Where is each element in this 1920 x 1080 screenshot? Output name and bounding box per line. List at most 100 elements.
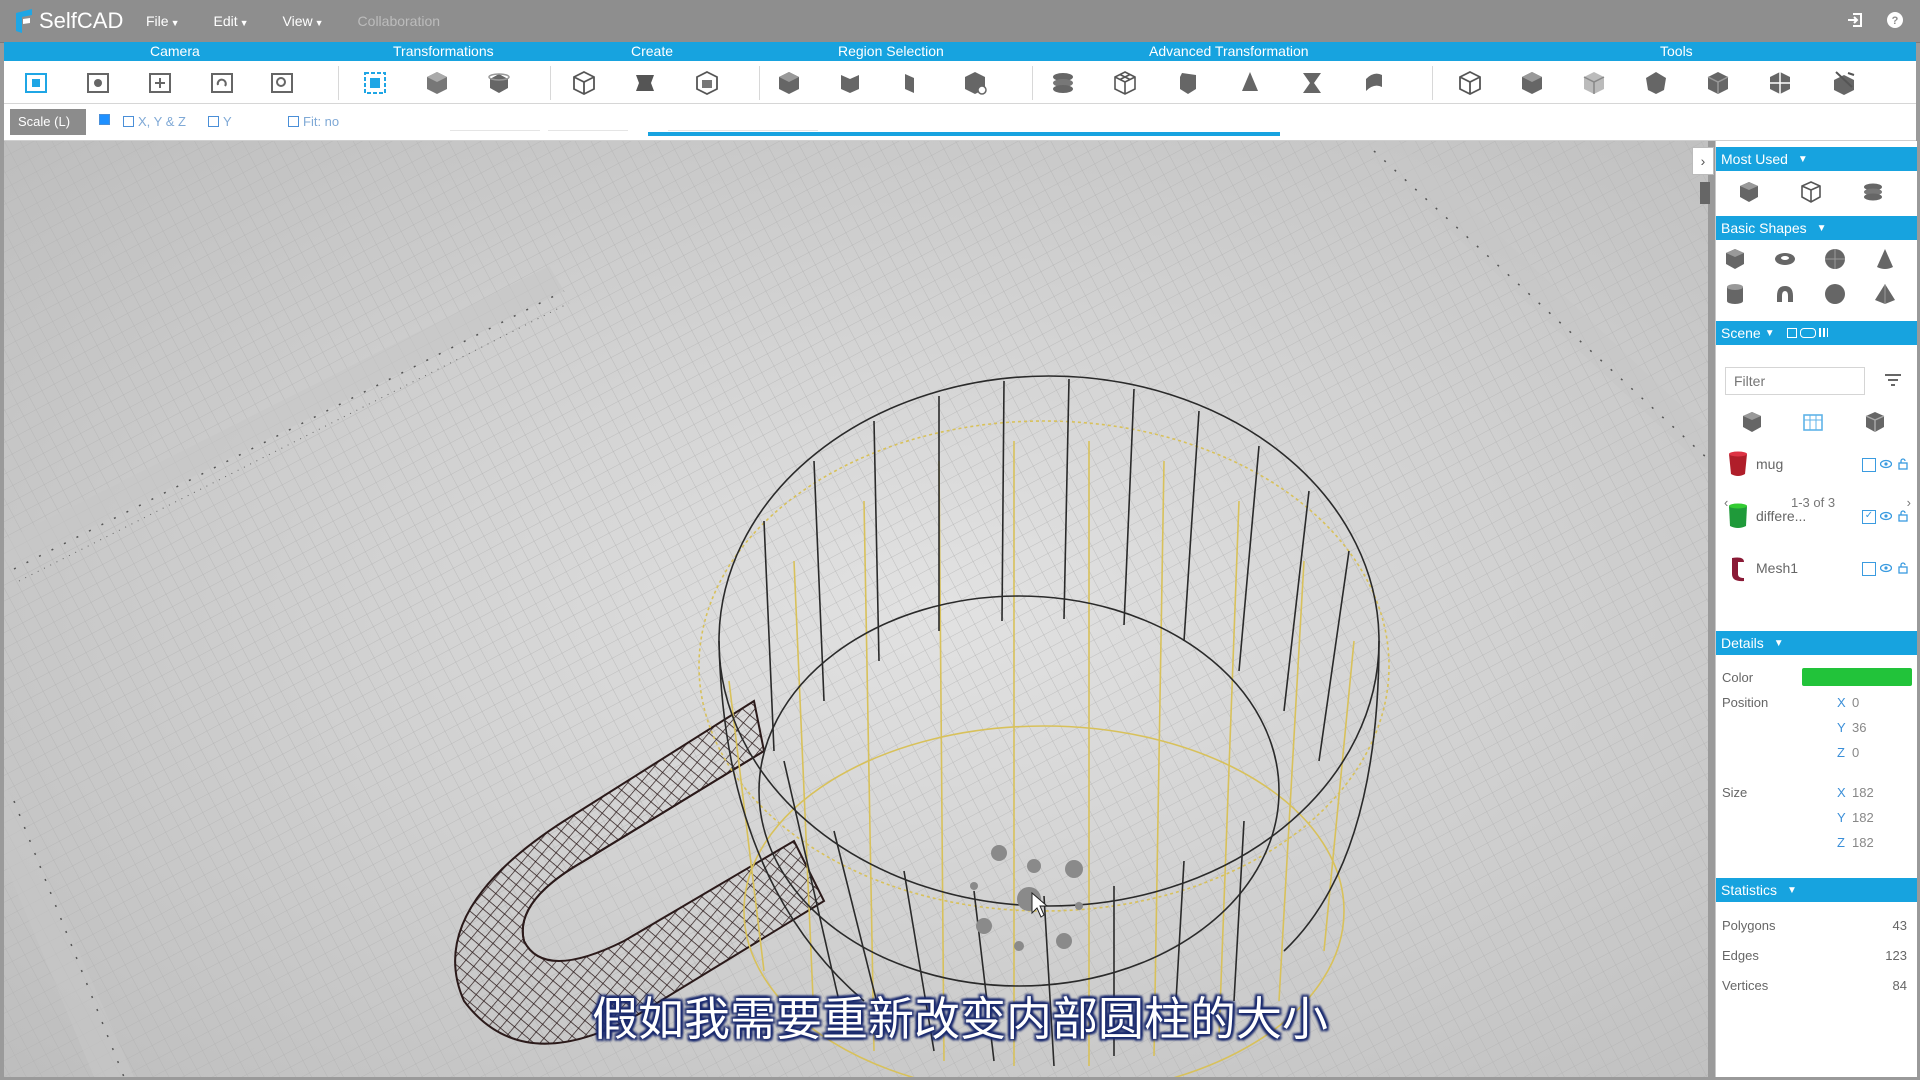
- scale-tool-button[interactable]: [360, 68, 390, 98]
- scale-y-option[interactable]: Y: [208, 114, 232, 129]
- scene-objects-tab[interactable]: [1739, 409, 1765, 435]
- tool-explode-button[interactable]: [1765, 68, 1795, 98]
- subdivide-button[interactable]: [1110, 68, 1140, 98]
- tool-wireframe-button[interactable]: [1455, 68, 1485, 98]
- bevel-button[interactable]: [1173, 68, 1203, 98]
- tool-cut-button[interactable]: [1829, 68, 1859, 98]
- shape-torus-button[interactable]: [1772, 246, 1798, 272]
- scale-xyz-option[interactable]: X, Y & Z: [123, 114, 186, 129]
- category-create[interactable]: Create: [631, 43, 673, 59]
- shape-ball-button[interactable]: [1822, 281, 1848, 307]
- scale-xyz-checkbox[interactable]: [123, 116, 134, 127]
- menu-file[interactable]: File ▼: [146, 13, 179, 29]
- view-single-icon[interactable]: [1786, 328, 1797, 338]
- camera-focus-button[interactable]: [83, 68, 113, 98]
- scene-meshes-tab[interactable]: [1862, 409, 1888, 435]
- bend-button[interactable]: [1359, 68, 1389, 98]
- filter-options-button[interactable]: [1880, 368, 1906, 394]
- scale-z-field[interactable]: [668, 112, 818, 131]
- shape-cylinder-button[interactable]: [1722, 281, 1748, 307]
- tool-ghost-button[interactable]: [1579, 68, 1609, 98]
- select-object-button[interactable]: [774, 68, 804, 98]
- lock-ratio-checkbox[interactable]: [99, 114, 110, 125]
- shape-cone-button[interactable]: [1872, 246, 1898, 272]
- next-page-icon[interactable]: ›: [1907, 495, 1911, 510]
- color-swatch[interactable]: [1802, 668, 1912, 686]
- size-z-value[interactable]: 182: [1852, 835, 1874, 850]
- eye-icon[interactable]: [1880, 562, 1892, 574]
- shape-pyramid-button[interactable]: [1872, 281, 1898, 307]
- tool-solid-button[interactable]: [1517, 68, 1547, 98]
- position-x-value[interactable]: 0: [1852, 695, 1859, 710]
- position-z-value[interactable]: 0: [1852, 745, 1859, 760]
- basic-shapes-header[interactable]: Basic Shapes ▼: [1716, 216, 1917, 240]
- mug-thumbnail-icon: [1729, 451, 1747, 476]
- select-face-button[interactable]: [835, 68, 865, 98]
- create-stamp-button[interactable]: [630, 68, 660, 98]
- scale-y-field[interactable]: [548, 112, 628, 131]
- scene-filter-input[interactable]: [1725, 367, 1865, 395]
- move-tool-button[interactable]: [422, 68, 452, 98]
- category-advanced-transformation[interactable]: Advanced Transformation: [1149, 43, 1309, 59]
- most-used-layers-button[interactable]: [1860, 179, 1886, 205]
- fix-ratio-checkbox[interactable]: [288, 116, 299, 127]
- shape-cube-button[interactable]: [1722, 246, 1748, 272]
- select-edge-button[interactable]: [895, 68, 925, 98]
- tube-button[interactable]: [1297, 68, 1327, 98]
- fix-ratio-label: Fit: no: [303, 114, 340, 129]
- help-icon[interactable]: ?: [1886, 11, 1904, 29]
- statistics-header[interactable]: Statistics ▼: [1716, 878, 1917, 902]
- category-region-selection[interactable]: Region Selection: [838, 43, 944, 59]
- app-logo[interactable]: SelfCAD: [14, 8, 126, 34]
- tool-sphere-button[interactable]: [1641, 68, 1671, 98]
- create-shape-button[interactable]: [692, 68, 722, 98]
- object-select-checkbox[interactable]: [1862, 458, 1876, 472]
- scene-canvas[interactable]: [4, 141, 1708, 1077]
- taper-button[interactable]: [1235, 68, 1265, 98]
- scene-header[interactable]: Scene ▼: [1716, 321, 1917, 345]
- fix-ratio-option[interactable]: Fit: no: [288, 114, 339, 129]
- view-grid-icon[interactable]: [1818, 328, 1828, 337]
- eye-icon[interactable]: [1880, 458, 1892, 470]
- view-toggle-icon[interactable]: [1799, 328, 1816, 338]
- camera-fit-button[interactable]: [21, 68, 51, 98]
- select-vertex-button[interactable]: [960, 68, 990, 98]
- camera-pan-button[interactable]: [145, 68, 175, 98]
- create-box-button[interactable]: [569, 68, 599, 98]
- lock-ratio-option[interactable]: [99, 114, 114, 125]
- menu-collaboration[interactable]: Collaboration: [358, 13, 441, 29]
- lock-icon[interactable]: [1897, 562, 1909, 574]
- size-y-value[interactable]: 182: [1852, 810, 1874, 825]
- collapse-panel-button[interactable]: ›: [1692, 147, 1714, 175]
- sign-in-icon[interactable]: [1846, 11, 1864, 29]
- prev-page-icon[interactable]: ‹: [1724, 495, 1728, 510]
- most-used-header[interactable]: Most Used ▼: [1716, 147, 1917, 171]
- camera-zoom-button[interactable]: [267, 68, 297, 98]
- scene-view-toggles: [1786, 328, 1828, 338]
- camera-rotate-button[interactable]: [207, 68, 237, 98]
- scale-y-checkbox[interactable]: [208, 116, 219, 127]
- category-tools[interactable]: Tools: [1660, 43, 1693, 59]
- 3d-viewport[interactable]: [4, 141, 1708, 1077]
- size-x-value[interactable]: 182: [1852, 785, 1874, 800]
- scene-object-row[interactable]: Mesh1: [1716, 545, 1917, 591]
- position-y-value[interactable]: 36: [1852, 720, 1866, 735]
- object-select-checkbox[interactable]: [1862, 562, 1876, 576]
- scene-object-row[interactable]: mug: [1716, 441, 1917, 487]
- most-used-wirebox-button[interactable]: [1798, 179, 1824, 205]
- menu-view[interactable]: View ▼: [283, 13, 324, 29]
- category-transformations[interactable]: Transformations: [393, 43, 494, 59]
- scale-x-field[interactable]: [450, 112, 540, 131]
- tool-mesh-button[interactable]: [1703, 68, 1733, 98]
- category-camera[interactable]: Camera: [150, 43, 200, 59]
- lock-icon[interactable]: [1897, 458, 1909, 470]
- shape-tube-button[interactable]: [1772, 281, 1798, 307]
- panel-resize-handle[interactable]: [1700, 182, 1710, 204]
- scene-groups-tab[interactable]: [1800, 409, 1826, 435]
- menu-edit[interactable]: Edit ▼: [213, 13, 248, 29]
- stitch-button[interactable]: [1048, 68, 1078, 98]
- rotate-tool-button[interactable]: [484, 68, 514, 98]
- most-used-cube-button[interactable]: [1736, 179, 1762, 205]
- shape-sphere-button[interactable]: [1822, 246, 1848, 272]
- details-header[interactable]: Details ▼: [1716, 631, 1917, 655]
